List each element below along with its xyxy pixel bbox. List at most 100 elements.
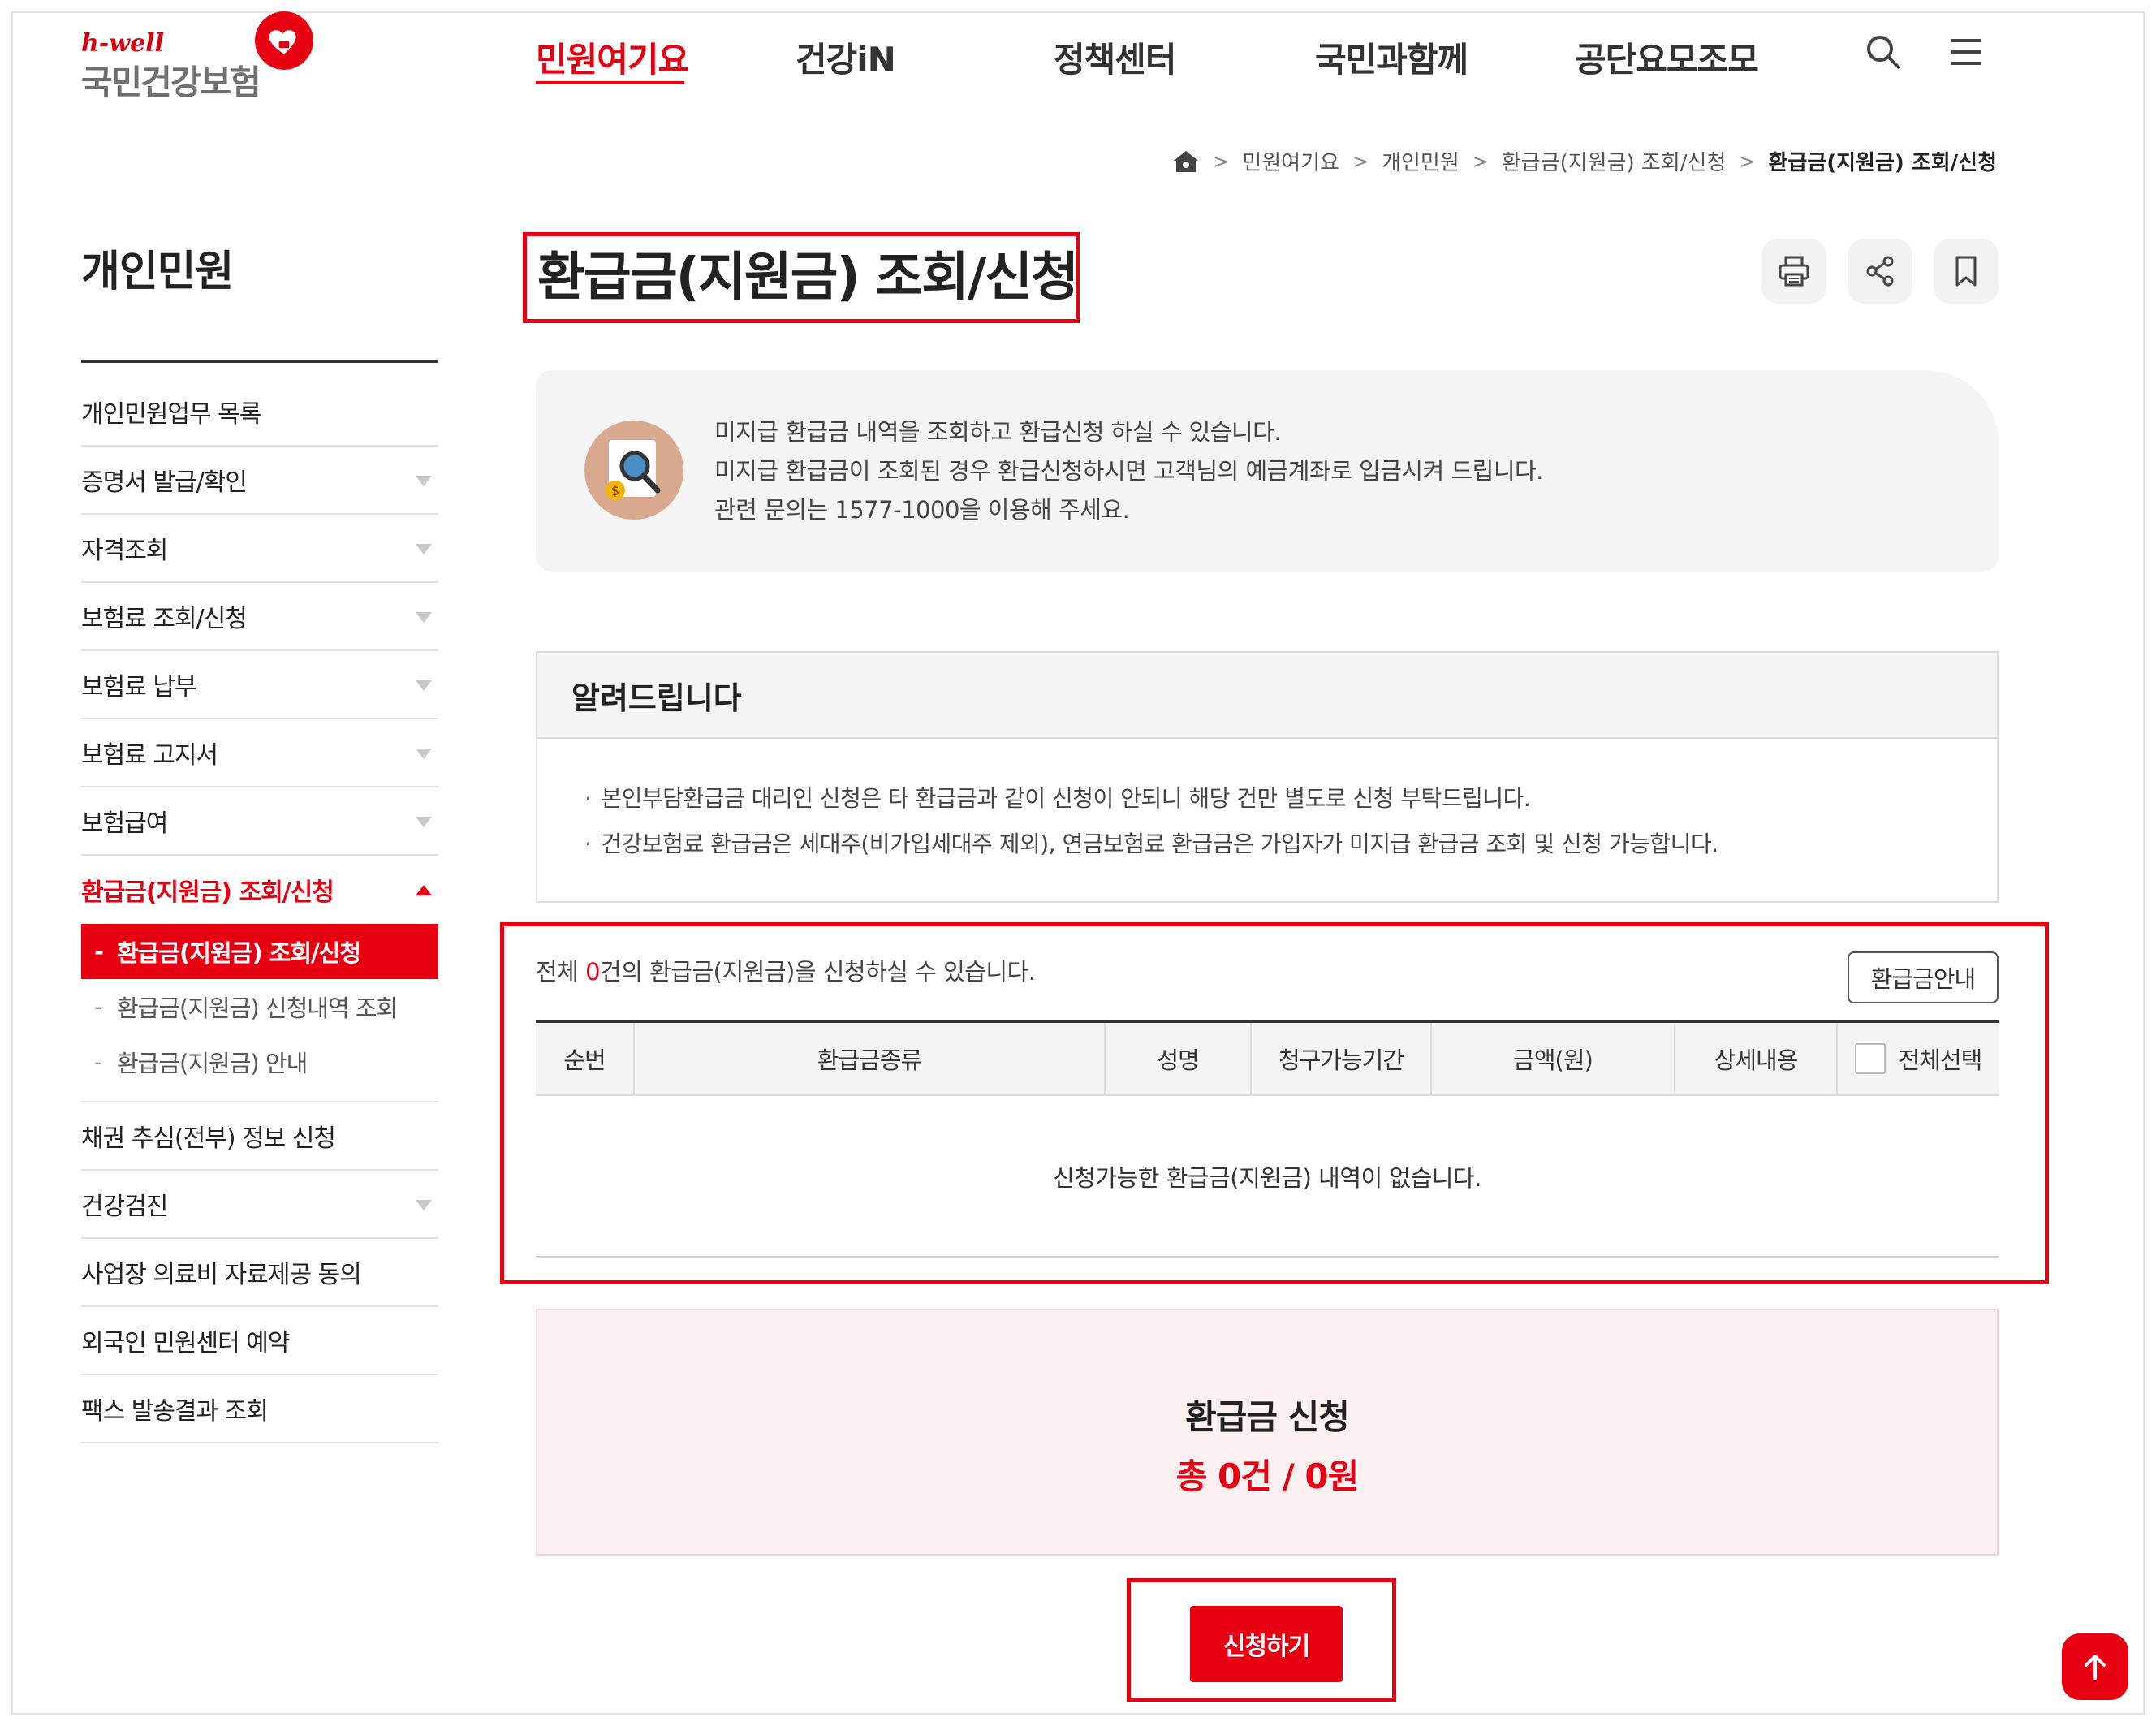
lnb-item-premium-notice[interactable]: 보험료 고지서	[81, 719, 438, 787]
dash-icon: -	[94, 993, 102, 1020]
select-all-header[interactable]: 전체선택	[1836, 1023, 1999, 1094]
highlight-box-title	[523, 232, 1080, 323]
dash-icon: -	[94, 938, 104, 965]
table-header-row: 순번 환급금종류 성명 청구가능기간 금액(원) 상세내용 전체선택	[536, 1020, 1999, 1096]
lnb-item-label: 증명서 발급/확인	[81, 468, 248, 497]
lnb-item-label: 외국인 민원센터 예약	[81, 1329, 290, 1357]
list-summary: 전체 0건의 환급금(지원금)을 신청하실 수 있습니다.	[536, 953, 1036, 987]
intro-line: 미지급 환급금이 조회된 경우 환급신청하시면 고객님의 예금계좌로 입금시켜 …	[714, 457, 1543, 485]
notice-item: 건강보험료 환급금은 세대주(비가입세대주 제외), 연금보험료 환급금은 가입…	[584, 822, 1997, 867]
share-icon	[1862, 253, 1898, 289]
lnb-item-label: 개인민원업무 목록	[81, 400, 261, 429]
bookmark-button[interactable]	[1934, 239, 1999, 304]
lnb-sub-item-label: 환급금(지원금) 안내	[117, 1050, 308, 1077]
breadcrumb-separator: >	[1213, 149, 1230, 173]
column-header-detail: 상세내용	[1674, 1023, 1836, 1094]
lnb-item-certificate[interactable]: 증명서 발급/확인	[81, 447, 438, 515]
lnb-item-label: 건강검진	[81, 1193, 168, 1221]
print-icon	[1776, 253, 1812, 289]
lnb-item-label: 보험료 고지서	[81, 741, 218, 770]
search-icon[interactable]	[1864, 32, 1903, 71]
lnb-sub-item-refund-history[interactable]: - 환급금(지원금) 신청내역 조회	[81, 979, 438, 1034]
column-header-no: 순번	[563, 1046, 606, 1074]
caret-down-icon	[416, 749, 432, 759]
column-header-name: 성명	[1104, 1023, 1250, 1094]
breadcrumb-item-refund[interactable]: 환급금(지원금) 조회/신청	[1502, 146, 1727, 176]
list-summary-suffix: 건의 환급금(지원금)을 신청하실 수 있습니다.	[600, 958, 1036, 986]
svg-text:$: $	[611, 483, 619, 498]
lnb-item-debt-collection[interactable]: 채권 추심(전부) 정보 신청	[81, 1102, 438, 1171]
lnb-item-label: 팩스 발송결과 조회	[81, 1397, 269, 1426]
breadcrumb-item-minwon[interactable]: 민원여기요	[1242, 146, 1339, 176]
intro-line: 관련 문의는 1577-1000을 이용해 주세요.	[714, 496, 1130, 524]
caret-down-icon	[416, 680, 432, 691]
notice-panel: 알려드립니다 본인부담환급금 대리인 신청은 타 환급금과 같이 신청이 안되니…	[536, 651, 1999, 903]
refund-guide-button[interactable]: 환급금안내	[1848, 951, 1999, 1003]
gnb-item-about[interactable]: 공단요모조모	[1575, 32, 1759, 82]
gnb-item-policy-center[interactable]: 정책센터	[1054, 32, 1177, 82]
lnb-item-benefits[interactable]: 보험급여	[81, 787, 438, 856]
refund-table: 순번 환급금종류 성명 청구가능기간 금액(원) 상세내용 전체선택 신청가능한…	[536, 1020, 1999, 1258]
share-button[interactable]	[1848, 239, 1912, 304]
list-summary-prefix: 전체	[536, 958, 586, 986]
lnb-item-premium-inquiry[interactable]: 보험료 조회/신청	[81, 583, 438, 651]
caret-down-icon	[416, 544, 432, 554]
lnb-sub-item-refund-inquiry[interactable]: - 환급금(지원금) 조회/신청	[81, 924, 438, 979]
select-all-checkbox[interactable]	[1854, 1043, 1886, 1074]
lnb-item-fax-result[interactable]: 팩스 발송결과 조회	[81, 1375, 438, 1443]
document-search-icon: $	[584, 421, 683, 520]
gnb-item-with-people[interactable]: 국민과함께	[1315, 32, 1468, 82]
scroll-top-button[interactable]	[2062, 1633, 2128, 1700]
gnb-active-underline	[536, 81, 684, 84]
breadcrumb: > 민원여기요 > 개인민원 > 환급금(지원금) 조회/신청 > 환급금(지원…	[1172, 146, 1997, 176]
heart-icon	[255, 11, 313, 70]
column-header-period: 청구가능기간	[1250, 1023, 1430, 1094]
intro-line: 미지급 환급금 내역을 조회하고 환급신청 하실 수 있습니다.	[714, 418, 1282, 446]
gnb-item-health-in[interactable]: 건강iN	[796, 32, 896, 82]
breadcrumb-item-personal[interactable]: 개인민원	[1382, 146, 1460, 176]
arrow-up-icon	[2079, 1650, 2111, 1683]
left-nav: 개인민원업무 목록 증명서 발급/확인 자격조회 보험료 조회/신청 보험료 납…	[81, 378, 438, 1443]
lnb-sub-item-label: 환급금(지원금) 조회/신청	[117, 939, 361, 967]
apply-summary-panel: 환급금 신청 총 0건 / 0원	[536, 1309, 1999, 1556]
apply-submit-button[interactable]: 신청하기	[1190, 1606, 1343, 1682]
breadcrumb-separator: >	[1472, 149, 1489, 173]
intro-box: $ 미지급 환급금 내역을 조회하고 환급신청 하실 수 있습니다. 미지급 환…	[536, 370, 1999, 572]
print-button[interactable]	[1761, 239, 1826, 304]
menu-icon[interactable]	[1947, 32, 1986, 71]
caret-down-icon	[416, 612, 432, 623]
table-empty-message: 신청가능한 환급금(지원금) 내역이 없습니다.	[536, 1096, 1999, 1258]
notice-list: 본인부담환급금 대리인 신청은 타 환급금과 같이 신청이 안되니 해당 건만 …	[537, 739, 1997, 867]
lnb-item-foreigner-reservation[interactable]: 외국인 민원센터 예약	[81, 1307, 438, 1375]
lnb-item-checkup[interactable]: 건강검진	[81, 1171, 438, 1239]
lnb-sub-item-refund-guide[interactable]: - 환급금(지원금) 안내	[81, 1034, 438, 1090]
caret-up-icon	[416, 885, 432, 895]
apply-summary-total: 총 0건 / 0원	[1175, 1456, 1360, 1496]
lnb-item-label: 자격조회	[81, 537, 168, 565]
lnb-sub-item-label: 환급금(지원금) 신청내역 조회	[117, 995, 398, 1022]
breadcrumb-separator: >	[1739, 149, 1756, 173]
caret-down-icon	[416, 1200, 432, 1210]
caret-down-icon	[416, 476, 432, 486]
site-logo[interactable]: h-well 국민건강보험	[81, 11, 325, 102]
lnb-submenu: - 환급금(지원금) 조회/신청 - 환급금(지원금) 신청내역 조회 - 환급금(지…	[81, 924, 438, 1102]
lnb-item-refund[interactable]: 환급금(지원금) 조회/신청	[81, 856, 438, 924]
lnb-item-medical-data-consent[interactable]: 사업장 의료비 자료제공 동의	[81, 1239, 438, 1307]
bookmark-icon	[1948, 253, 1984, 289]
lnb-item-premium-payment[interactable]: 보험료 납부	[81, 651, 438, 719]
apply-summary-title: 환급금 신청	[1185, 1397, 1350, 1437]
column-header-amount: 금액(원)	[1430, 1023, 1674, 1094]
notice-title: 알려드립니다	[537, 653, 1997, 739]
column-header-type: 환급금종류	[633, 1023, 1104, 1094]
breadcrumb-separator: >	[1352, 149, 1369, 173]
lnb-item-label: 보험료 조회/신청	[81, 605, 248, 633]
list-count: 0	[585, 958, 601, 986]
home-icon[interactable]	[1172, 149, 1200, 174]
lnb-item-label: 사업장 의료비 자료제공 동의	[81, 1261, 362, 1289]
lnb-item-work-list[interactable]: 개인민원업무 목록	[81, 378, 438, 447]
lnb-item-label: 보험료 납부	[81, 673, 197, 701]
lnb-item-label: 환급금(지원금) 조회/신청	[81, 878, 334, 907]
lnb-divider	[81, 360, 438, 363]
lnb-item-eligibility[interactable]: 자격조회	[81, 515, 438, 583]
gnb-item-minwon[interactable]: 민원여기요	[536, 32, 689, 82]
